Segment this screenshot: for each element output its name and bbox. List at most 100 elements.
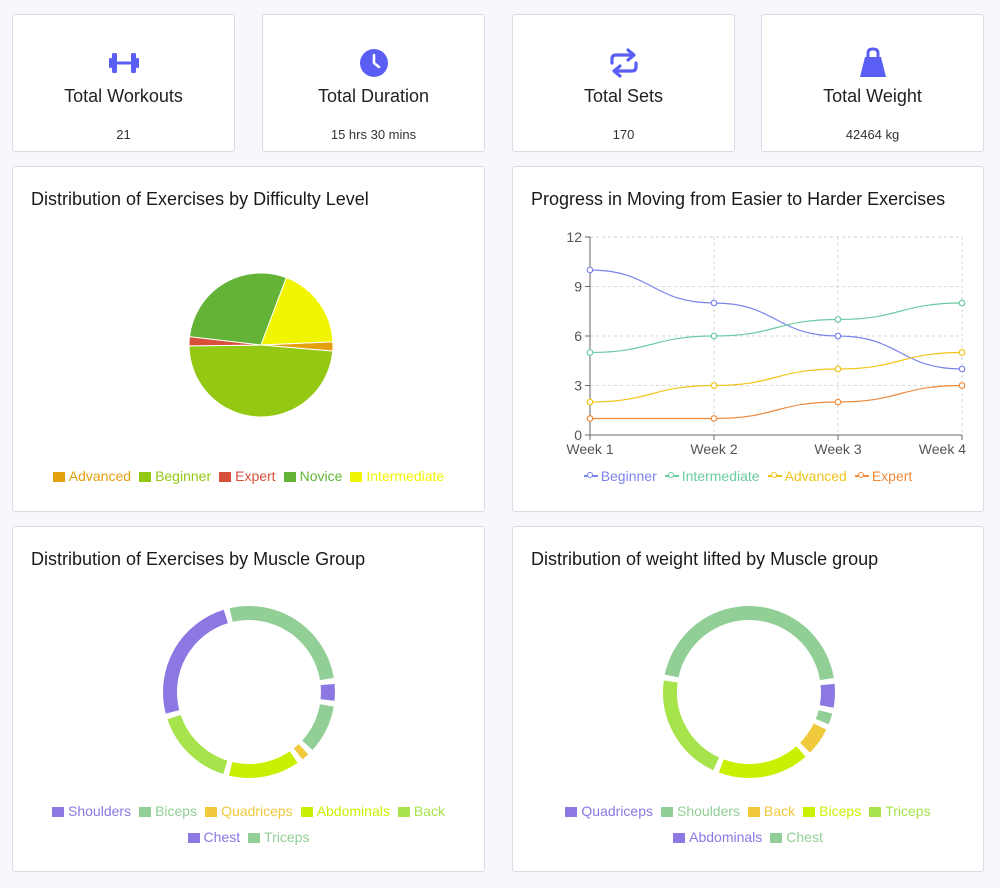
legend-item-intermediate[interactable]: Intermediate — [664, 463, 760, 489]
legend-swatch — [767, 471, 782, 481]
legend-label: Beginner — [600, 468, 657, 484]
legend-item-abdominals[interactable]: Abdominals — [300, 798, 390, 824]
difficulty-pie-chart — [188, 272, 334, 418]
legend-swatch — [397, 807, 410, 817]
stat-label: Total Duration — [317, 86, 430, 106]
point-advanced[interactable] — [710, 382, 718, 389]
point-expert[interactable] — [958, 382, 966, 389]
y-tick-label: 12 — [566, 229, 582, 245]
donut-segment-abdominals[interactable] — [229, 751, 298, 778]
legend-item-expert[interactable]: Expert — [219, 463, 276, 489]
y-tick-label: 9 — [574, 279, 582, 295]
donut-segment-triceps[interactable] — [663, 680, 720, 771]
legend-label: Intermediate — [681, 468, 760, 484]
kettlebell-icon — [859, 47, 886, 77]
legend-swatch — [52, 807, 65, 817]
series-line-expert — [590, 384, 963, 420]
legend-label: Abdominals — [689, 829, 763, 845]
legend-swatch — [673, 833, 686, 843]
legend-item-expert[interactable]: Expert — [854, 463, 912, 489]
point-intermediate[interactable] — [958, 299, 966, 307]
legend-swatch — [350, 472, 363, 482]
legend-item-triceps[interactable]: Triceps — [869, 798, 931, 824]
donut-segment-quadriceps[interactable] — [819, 683, 835, 708]
donut-segment-chest[interactable] — [664, 606, 834, 681]
stat-value: 170 — [612, 127, 635, 142]
donut-segment-back[interactable] — [167, 714, 228, 775]
x-tick-label: Week 2 — [690, 441, 737, 457]
legend-label: Quadriceps — [221, 803, 293, 819]
legend-item-shoulders[interactable]: Shoulders — [661, 798, 740, 824]
progress-line-panel: Progress in Moving from Easier to Harder… — [512, 166, 984, 512]
grid — [590, 236, 963, 435]
point-expert[interactable] — [586, 415, 594, 422]
point-beginner[interactable] — [958, 365, 966, 373]
legend-item-beginner[interactable]: Beginner — [583, 463, 657, 489]
donut-segment-shoulders[interactable] — [815, 709, 833, 725]
donut-segment-biceps[interactable] — [718, 746, 806, 778]
weight-legend: Quadriceps Shoulders Back Biceps Triceps Abdo… — [533, 798, 963, 850]
legend-swatch — [664, 471, 679, 481]
legend-swatch — [52, 472, 65, 482]
legend-item-biceps[interactable]: Biceps — [803, 798, 861, 824]
point-beginner[interactable] — [834, 332, 842, 340]
legend-swatch — [869, 807, 882, 817]
donut-segment-quadriceps[interactable] — [293, 744, 309, 760]
muscle-legend: Shoulders Biceps Quadriceps Abdominals Back C… — [33, 798, 464, 850]
legend-item-intermediate[interactable]: Intermediate — [350, 463, 444, 489]
stat-card-duration: Total Duration 15 hrs 30 mins — [262, 14, 485, 152]
point-advanced[interactable] — [834, 365, 842, 373]
legend-label: Triceps — [885, 803, 931, 819]
stat-value: 15 hrs 30 mins — [330, 127, 417, 142]
legend-item-chest[interactable]: Chest — [187, 824, 241, 850]
legend-swatch — [770, 833, 783, 843]
legend-label: Biceps — [819, 803, 862, 819]
point-expert[interactable] — [710, 415, 718, 422]
legend-item-advanced[interactable]: Advanced — [52, 463, 131, 489]
stat-card-sets: Total Sets 170 — [512, 14, 735, 152]
point-advanced[interactable] — [958, 349, 966, 356]
series-line-advanced — [589, 351, 963, 403]
legend-item-shoulders[interactable]: Shoulders — [52, 798, 131, 824]
legend-swatch — [583, 471, 598, 481]
point-intermediate[interactable] — [586, 349, 594, 356]
point-advanced[interactable] — [586, 398, 594, 406]
legend-item-back[interactable]: Back — [397, 798, 445, 824]
legend-swatch — [803, 807, 816, 817]
muscle-donut-panel: Distribution of Exercises by Muscle Grou… — [12, 526, 485, 872]
point-intermediate[interactable] — [710, 332, 718, 340]
legend-label: Expert — [235, 468, 276, 484]
donut-segment-back[interactable] — [799, 723, 827, 753]
legend-item-quadriceps[interactable]: Quadriceps — [565, 798, 653, 824]
donut-segment-triceps[interactable] — [229, 606, 334, 681]
legend-item-triceps[interactable]: Triceps — [248, 824, 309, 850]
point-beginner[interactable] — [586, 266, 594, 274]
point-expert[interactable] — [834, 398, 842, 406]
legend-swatch — [565, 807, 578, 817]
legend-label: Back — [764, 803, 796, 819]
legend-item-novice[interactable]: Novice — [283, 463, 342, 489]
legend-item-chest[interactable]: Chest — [770, 824, 823, 850]
legend-item-back[interactable]: Back — [748, 798, 795, 824]
legend-item-abdominals[interactable]: Abdominals — [673, 824, 762, 850]
legend-swatch — [205, 807, 218, 817]
legend-item-biceps[interactable]: Biceps — [139, 798, 197, 824]
legend-label: Shoulders — [677, 803, 741, 819]
stat-value: 42464 kg — [845, 127, 900, 142]
legend-item-advanced[interactable]: Advanced — [767, 463, 847, 489]
series-line-beginner — [589, 269, 963, 370]
stat-card-weight: Total Weight 42464 kg — [761, 14, 984, 152]
point-beginner[interactable] — [710, 299, 718, 307]
weight-donut-panel: Distribution of weight lifted by Muscle … — [512, 526, 984, 872]
donut-segment-chest[interactable] — [163, 609, 229, 714]
donut-segment-biceps[interactable] — [301, 704, 334, 751]
legend-item-quadriceps[interactable]: Quadriceps — [205, 798, 293, 824]
legend-label: Chest — [203, 829, 241, 845]
legend-item-beginner[interactable]: Beginner — [139, 463, 211, 489]
point-intermediate[interactable] — [834, 316, 842, 323]
legend-swatch — [139, 472, 152, 482]
pie-slice-beginner[interactable] — [188, 344, 334, 418]
progress-legend: Beginner Intermediate Advanced Expert — [513, 463, 983, 489]
y-tick-label: 3 — [574, 378, 582, 394]
legend-label: Triceps — [264, 829, 310, 845]
